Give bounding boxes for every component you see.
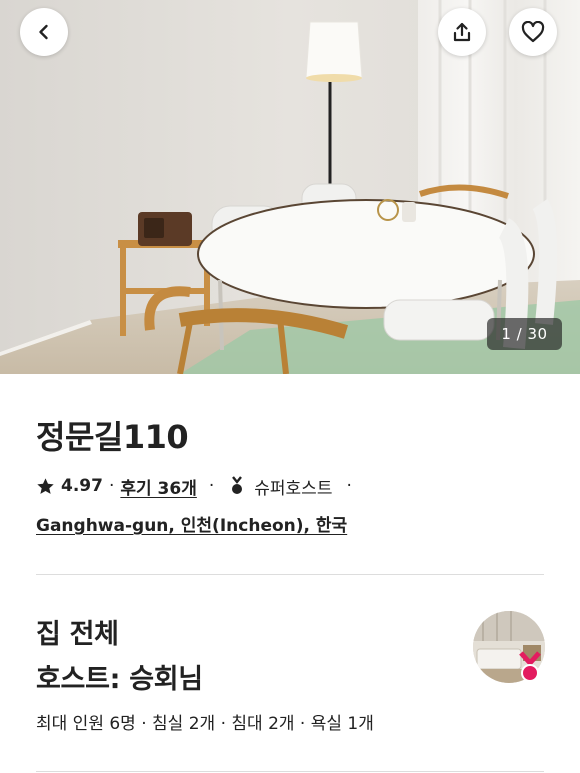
reviews-link[interactable]: 후기 36개 [120, 474, 197, 499]
share-icon [453, 22, 471, 42]
listing-type-heading: 집 전체 [36, 619, 119, 650]
listing-title: 정문길110 [36, 418, 189, 456]
listing-photo[interactable]: 1 / 30 [0, 0, 580, 374]
superhost-label: 슈퍼호스트 [254, 478, 333, 499]
separator-dot: · [346, 476, 352, 496]
share-button[interactable] [438, 8, 486, 56]
chevron-left-icon [39, 24, 48, 40]
separator-dot: · [208, 476, 215, 496]
star-icon [37, 477, 54, 494]
listing-meta-row: 4.97 · 후기 36개 · 슈퍼호스트 · [36, 473, 352, 499]
location-link[interactable]: Ganghwa-gun, 인천(Incheon), 한국 [36, 511, 347, 536]
back-button[interactable] [20, 8, 68, 56]
host-name-heading: 호스트: 승회님 [36, 664, 203, 695]
superhost-badge-icon [519, 651, 541, 682]
section-divider [36, 574, 544, 575]
listing-capacity-details: 최대 인원 6명 · 침실 2개 · 침대 2개 · 욕실 1개 [36, 714, 374, 734]
save-to-wishlist-button[interactable] [509, 8, 557, 56]
superhost-medal-icon [232, 476, 243, 494]
separator-dot: · [108, 476, 115, 496]
rating-value: 4.97 [61, 476, 103, 496]
host-avatar-button[interactable] [473, 611, 545, 683]
photo-counter: 1 / 30 [487, 318, 562, 350]
section-divider [36, 771, 544, 772]
heart-icon [521, 21, 545, 43]
